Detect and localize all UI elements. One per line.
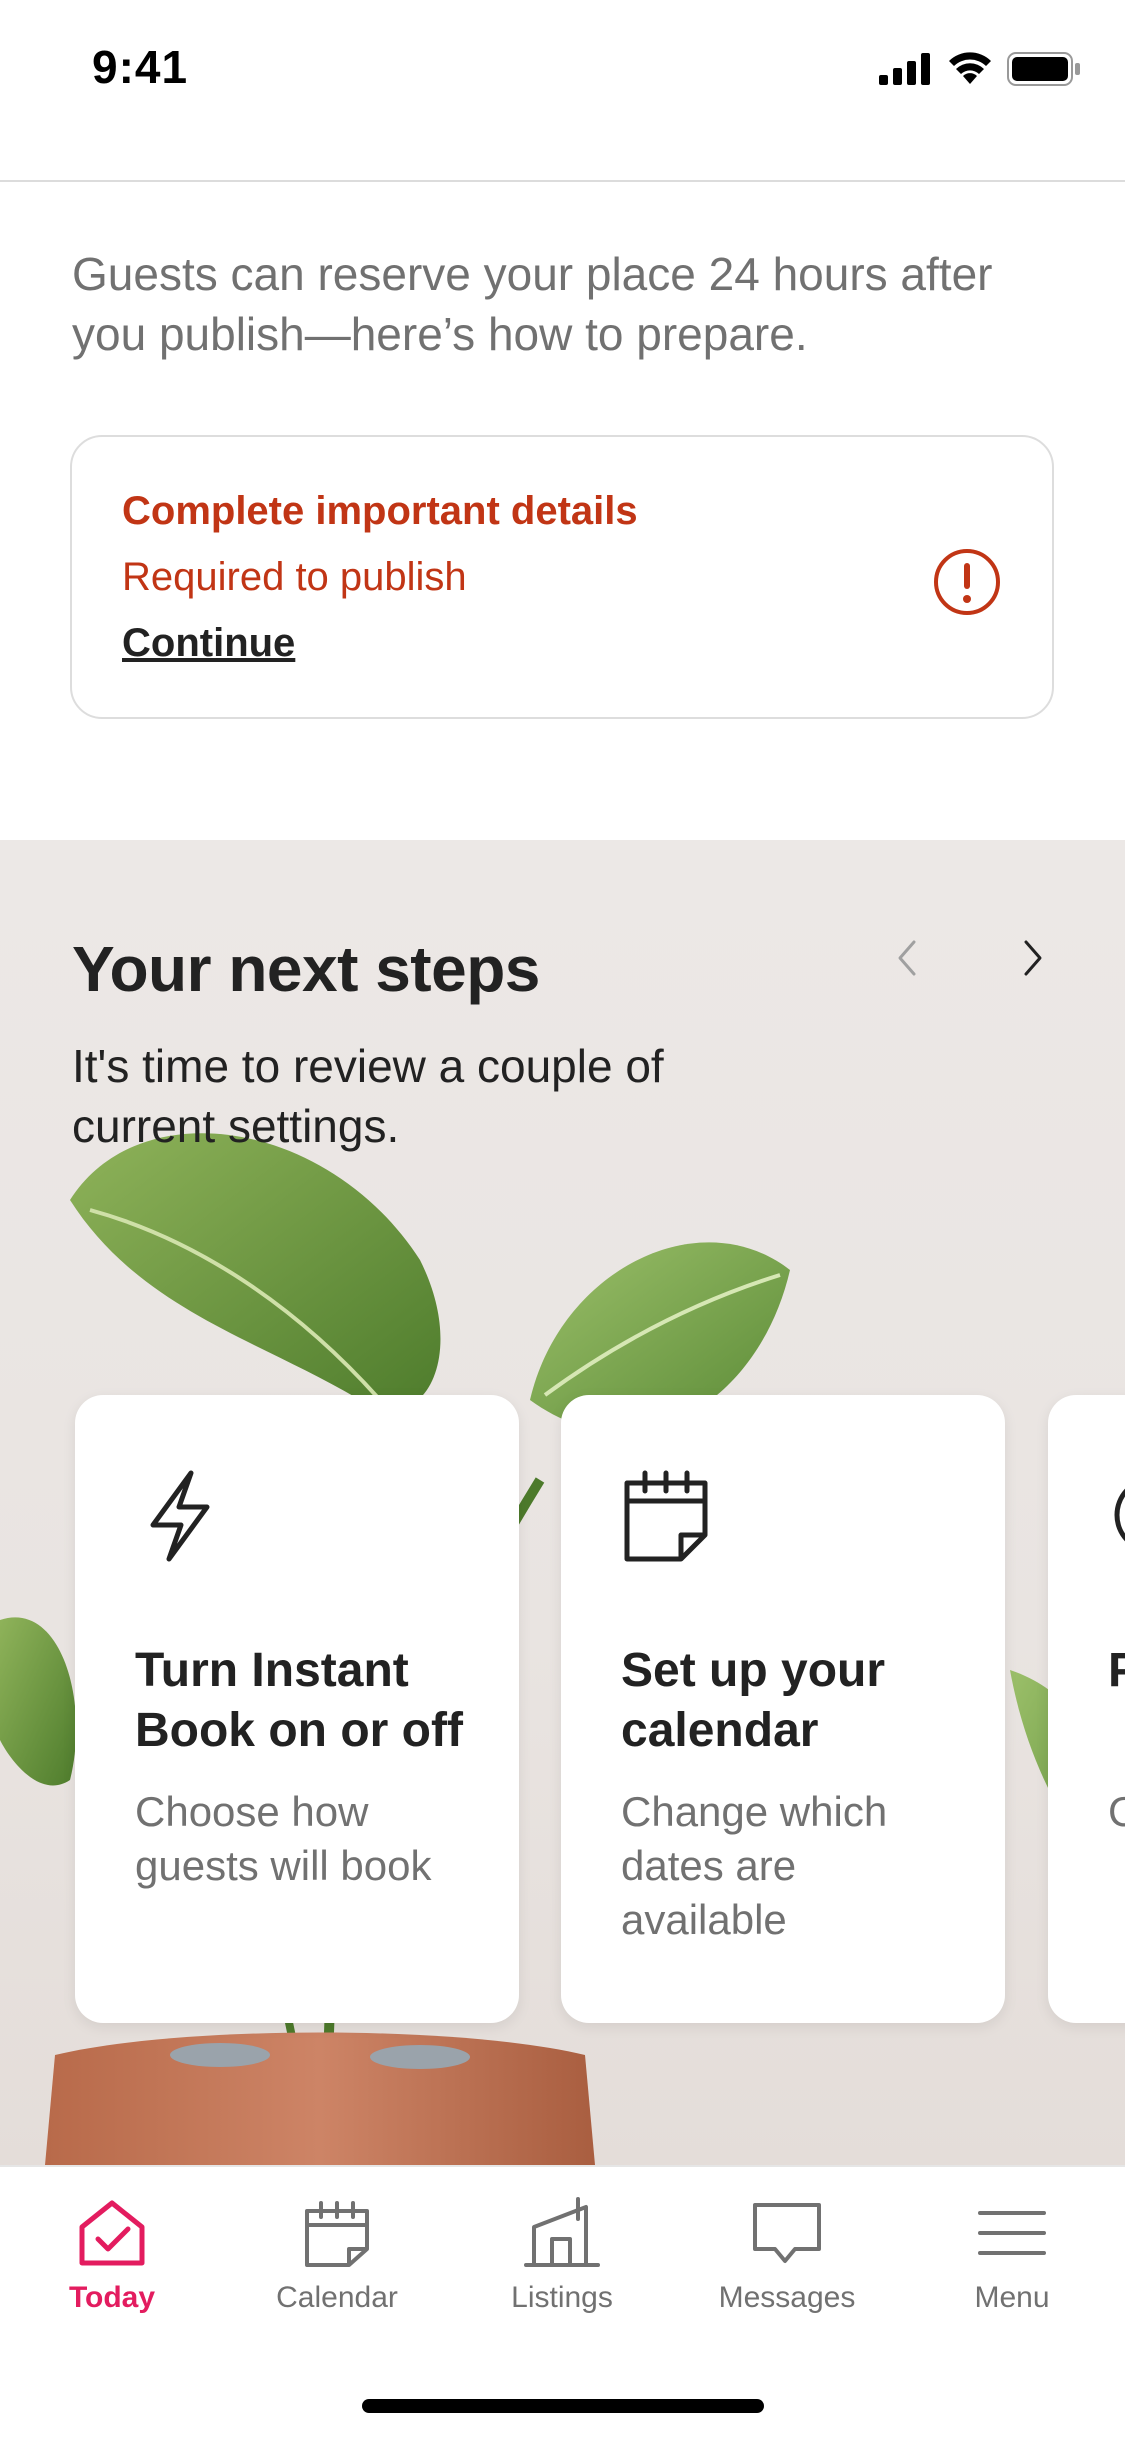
important-details-card[interactable]: Complete important details Required to p… [70, 435, 1054, 719]
calendar-icon [624, 1470, 708, 1562]
next-steps-subtitle: It's time to review a couple of current … [72, 1040, 664, 1152]
third-step-card[interactable]: P p c C r [1048, 1395, 1125, 2023]
calendar-icon [305, 2201, 369, 2267]
card-title: Set up your calendar [621, 1644, 886, 1757]
instant-book-card[interactable]: Turn Instant Book on or off Choose how g… [75, 1395, 519, 2023]
lightning-icon [150, 1470, 210, 1562]
tab-listings[interactable]: Listings [462, 2193, 662, 2315]
intro-text: Guests can reserve your place 24 hours a… [72, 248, 993, 360]
alert-circle-icon [934, 549, 1000, 615]
card-description: Choose how guests will book [135, 1788, 432, 1889]
wifi-icon [949, 52, 991, 84]
hamburger-icon [978, 2211, 1046, 2255]
alert-title: Complete important details [122, 489, 638, 533]
status-icons [879, 52, 1081, 86]
calendar-setup-card[interactable]: Set up your calendar Change which dates … [561, 1395, 1005, 2023]
tab-menu[interactable]: Menu [912, 2193, 1112, 2315]
next-steps-section: Your next steps It's time to review a co… [0, 840, 1125, 2165]
alert-subtitle: Required to publish [122, 555, 467, 599]
card-description: C r [1108, 1788, 1125, 1835]
home-indicator [362, 2399, 764, 2413]
tab-calendar[interactable]: Calendar [237, 2193, 437, 2315]
tab-label: Calendar [276, 2281, 398, 2314]
next-steps-title: Your next steps [72, 933, 540, 1005]
tab-today[interactable]: Today [12, 2193, 212, 2315]
bottom-tab-bar: Today Calendar Listings Messages Menu [0, 2165, 1125, 2438]
header-divider [0, 180, 1125, 182]
tab-label: Messages [718, 2281, 856, 2314]
battery-icon [1007, 52, 1080, 86]
home-check-icon [79, 2200, 145, 2266]
speech-bubble-icon [753, 2203, 821, 2263]
tab-label: Listings [511, 2281, 613, 2314]
tab-label: Today [68, 2281, 156, 2314]
continue-link[interactable]: Continue [122, 621, 295, 666]
card-description: Change which dates are available [621, 1788, 888, 1943]
chevron-right-icon[interactable] [1004, 930, 1060, 986]
card-title: Turn Instant Book on or off [135, 1644, 463, 1757]
signal-icon [879, 53, 930, 85]
tab-messages[interactable]: Messages [687, 2193, 887, 2315]
status-bar: 9:41 [0, 0, 1125, 135]
status-time: 9:41 [92, 41, 189, 93]
partially-visible-icon [1114, 1488, 1125, 1542]
chevron-left-icon[interactable] [880, 930, 936, 986]
tab-label: Menu [974, 2281, 1050, 2314]
card-title: P p c [1108, 1644, 1125, 1697]
building-icon [524, 2197, 600, 2267]
